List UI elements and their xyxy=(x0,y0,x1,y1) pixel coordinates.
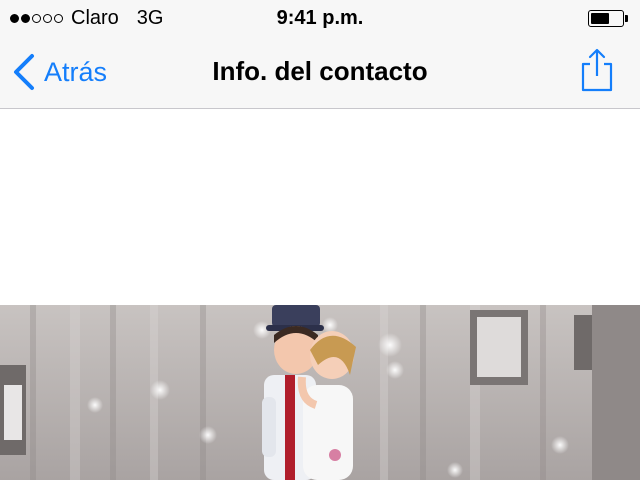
battery-icon xyxy=(588,10,628,27)
status-bar: Claro 3G 9:41 p.m. xyxy=(0,0,640,36)
share-icon[interactable] xyxy=(580,46,614,94)
navigation-bar: Atrás Info. del contacto xyxy=(0,36,640,109)
wedding-photo-image xyxy=(0,305,640,480)
status-time: 9:41 p.m. xyxy=(276,7,364,29)
contact-photo[interactable] xyxy=(0,305,640,480)
contact-content xyxy=(0,110,640,480)
page-title: Info. del contacto xyxy=(212,56,428,86)
